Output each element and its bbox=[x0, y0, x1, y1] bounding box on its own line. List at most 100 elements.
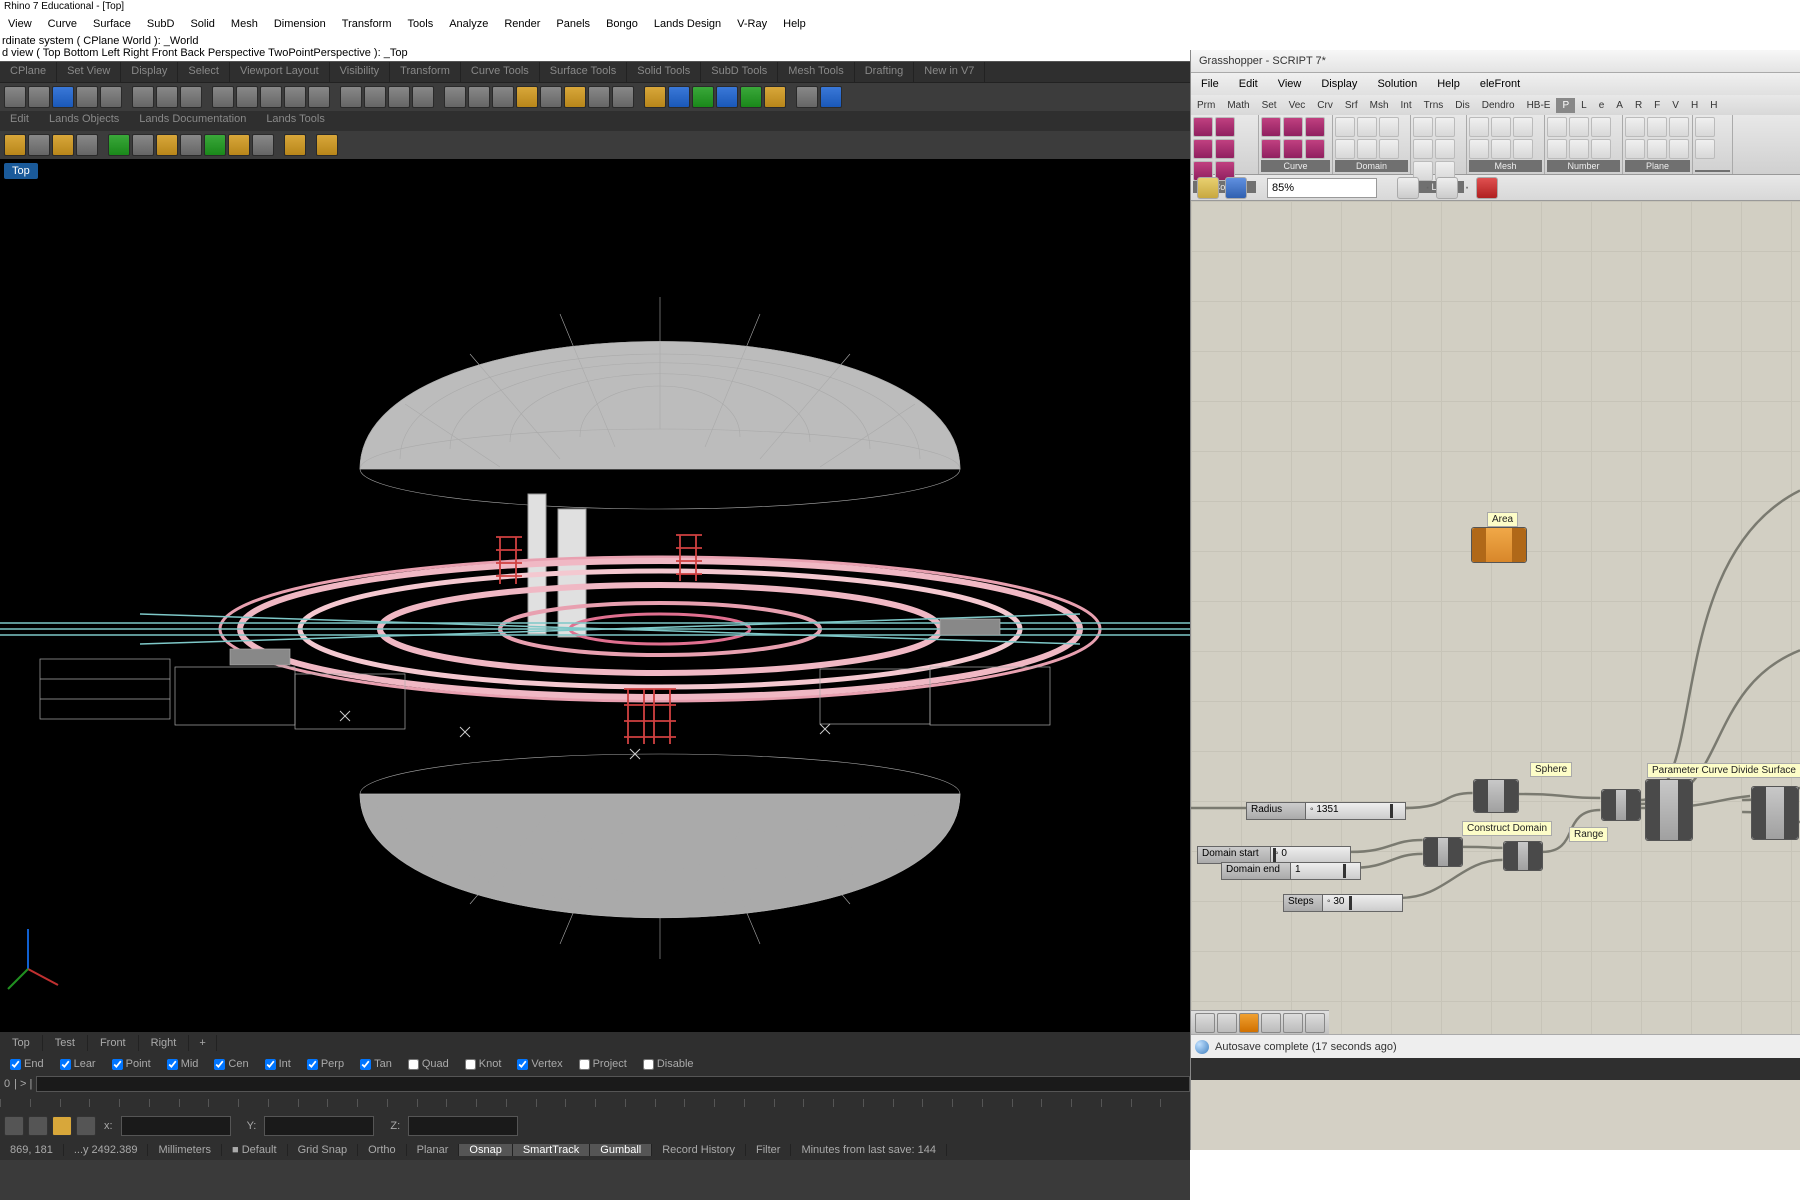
ribbon-icon[interactable] bbox=[1261, 139, 1281, 159]
gh-menu-help[interactable]: Help bbox=[1427, 78, 1470, 90]
grasshopper-toolbar[interactable]: 85% · · bbox=[1191, 175, 1800, 201]
ribbon-icon[interactable] bbox=[1647, 117, 1667, 137]
undo-icon[interactable] bbox=[180, 86, 202, 108]
compass-icon[interactable] bbox=[1195, 1013, 1215, 1033]
node-construct-domain[interactable] bbox=[1423, 837, 1463, 867]
gh-cat-msh[interactable]: Msh bbox=[1364, 100, 1395, 111]
named-view-icon[interactable] bbox=[468, 86, 490, 108]
menu-render[interactable]: Render bbox=[496, 18, 548, 30]
layers-icon[interactable] bbox=[492, 86, 514, 108]
lands-photo-icon[interactable] bbox=[284, 134, 306, 156]
view-tab-right[interactable]: Right bbox=[139, 1035, 190, 1051]
menu-mesh[interactable]: Mesh bbox=[223, 18, 266, 30]
gh-cat-dendro[interactable]: Dendro bbox=[1476, 100, 1521, 111]
osnap-perp[interactable]: Perp bbox=[301, 1058, 350, 1070]
menu-panels[interactable]: Panels bbox=[548, 18, 598, 30]
menu-tools[interactable]: Tools bbox=[400, 18, 442, 30]
osnap-knot[interactable]: Knot bbox=[459, 1058, 508, 1070]
status-gumball[interactable]: Gumball bbox=[590, 1144, 652, 1156]
osnap-quad[interactable]: Quad bbox=[402, 1058, 455, 1070]
gh-cat-l[interactable]: L bbox=[1575, 100, 1593, 111]
gh-cat-dis[interactable]: Dis bbox=[1449, 100, 1475, 111]
view-tab-test[interactable]: Test bbox=[43, 1035, 88, 1051]
sun-study-icon[interactable] bbox=[764, 86, 786, 108]
lands-row-icon[interactable] bbox=[52, 134, 74, 156]
grid-icon[interactable] bbox=[588, 86, 610, 108]
lands-stair-icon[interactable] bbox=[180, 134, 202, 156]
rotate-icon[interactable] bbox=[236, 86, 258, 108]
sketch-icon[interactable] bbox=[1476, 177, 1498, 199]
subtab-lands-documentation[interactable]: Lands Documentation bbox=[129, 111, 256, 131]
gh-cat-trns[interactable]: Trns bbox=[1418, 100, 1450, 111]
gh-menu-edit[interactable]: Edit bbox=[1229, 78, 1268, 90]
save-icon[interactable] bbox=[52, 86, 74, 108]
ribbon-icon[interactable] bbox=[1379, 117, 1399, 137]
shaded-icon[interactable] bbox=[364, 86, 386, 108]
grasshopper-menu[interactable]: FileEditViewDisplaySolutionHelpeleFront bbox=[1191, 73, 1800, 95]
viewport-tabs[interactable]: TopTestFrontRight+ bbox=[0, 1032, 1190, 1054]
menu-help[interactable]: Help bbox=[775, 18, 814, 30]
gh-cat-hb-e[interactable]: HB-E bbox=[1521, 100, 1557, 111]
gh-cat-a[interactable]: A bbox=[1610, 100, 1629, 111]
lands-plant-icon[interactable] bbox=[28, 134, 50, 156]
ribbon-icon[interactable] bbox=[1625, 139, 1645, 159]
cplane-icon[interactable] bbox=[444, 86, 466, 108]
subtab-lands-tools[interactable]: Lands Tools bbox=[256, 111, 335, 131]
menu-surface[interactable]: Surface bbox=[85, 18, 139, 30]
ribbon-icon[interactable] bbox=[1469, 139, 1489, 159]
x-input[interactable] bbox=[121, 1116, 231, 1136]
gh-cat-vec[interactable]: Vec bbox=[1283, 100, 1312, 111]
ribbon-icon[interactable] bbox=[1669, 117, 1689, 137]
gh-menu-elefront[interactable]: eleFront bbox=[1470, 78, 1530, 90]
ribbon-icon[interactable] bbox=[1379, 139, 1399, 159]
zoom-icon[interactable] bbox=[260, 86, 282, 108]
ribbon-icon[interactable] bbox=[1435, 139, 1455, 159]
menu-bar[interactable]: ViewCurveSurfaceSubDSolidMeshDimensionTr… bbox=[0, 15, 1190, 33]
gh-cat-f[interactable]: F bbox=[1648, 100, 1666, 111]
status-planar[interactable]: Planar bbox=[407, 1144, 460, 1156]
properties-icon[interactable] bbox=[540, 86, 562, 108]
paste-icon[interactable] bbox=[156, 86, 178, 108]
gh-menu-file[interactable]: File bbox=[1191, 78, 1229, 90]
gh-menu-view[interactable]: View bbox=[1268, 78, 1312, 90]
markov-icon[interactable] bbox=[1217, 1013, 1237, 1033]
lands-pipe-icon[interactable] bbox=[252, 134, 274, 156]
gh-menu-display[interactable]: Display bbox=[1311, 78, 1367, 90]
ribbon-icon[interactable] bbox=[1193, 117, 1213, 137]
grasshopper-categories[interactable]: PrmMathSetVecCrvSrfMshIntTrnsDisDendroHB… bbox=[1191, 95, 1800, 115]
tab-cplane[interactable]: CPlane bbox=[0, 62, 57, 82]
copy-icon[interactable] bbox=[132, 86, 154, 108]
lands-path-icon[interactable] bbox=[76, 134, 98, 156]
menu-v-ray[interactable]: V-Ray bbox=[729, 18, 775, 30]
status-filter[interactable]: Filter bbox=[746, 1144, 791, 1156]
node-processor[interactable] bbox=[1601, 789, 1641, 821]
menu-subd[interactable]: SubD bbox=[139, 18, 183, 30]
ribbon-icon[interactable] bbox=[1469, 117, 1489, 137]
ribbon-icon[interactable] bbox=[1261, 117, 1281, 137]
sub-toolbar-tabs[interactable]: EditLands ObjectsLands DocumentationLand… bbox=[0, 111, 1190, 131]
gh-cat-crv[interactable]: Crv bbox=[1311, 100, 1339, 111]
open-icon[interactable] bbox=[28, 86, 50, 108]
z-input[interactable] bbox=[408, 1116, 518, 1136]
ribbon-icon[interactable] bbox=[1215, 117, 1235, 137]
grasshopper-icon[interactable] bbox=[692, 86, 714, 108]
tab-set-view[interactable]: Set View bbox=[57, 62, 121, 82]
add-view-tab[interactable]: + bbox=[189, 1035, 216, 1051]
command-input[interactable] bbox=[36, 1076, 1190, 1092]
ribbon-icon[interactable] bbox=[1491, 139, 1511, 159]
status-osnap[interactable]: Osnap bbox=[459, 1144, 512, 1156]
gh-cat-h[interactable]: H bbox=[1704, 100, 1723, 111]
zoom-extents-icon[interactable] bbox=[284, 86, 306, 108]
record-toggle-icon[interactable] bbox=[52, 1116, 72, 1136]
tab-visibility[interactable]: Visibility bbox=[330, 62, 391, 82]
tab-surface-tools[interactable]: Surface Tools bbox=[540, 62, 627, 82]
slider-radius[interactable]: Radius◦ 1351 bbox=[1246, 802, 1406, 820]
cut-icon[interactable] bbox=[100, 86, 122, 108]
menu-lands-design[interactable]: Lands Design bbox=[646, 18, 729, 30]
osnap-tan[interactable]: Tan bbox=[354, 1058, 398, 1070]
ribbon-icon[interactable] bbox=[1413, 117, 1433, 137]
gh-cat-v[interactable]: V bbox=[1666, 100, 1685, 111]
cluster-icon[interactable] bbox=[1261, 1013, 1281, 1033]
menu-transform[interactable]: Transform bbox=[334, 18, 400, 30]
ribbon-icon[interactable] bbox=[1357, 117, 1377, 137]
